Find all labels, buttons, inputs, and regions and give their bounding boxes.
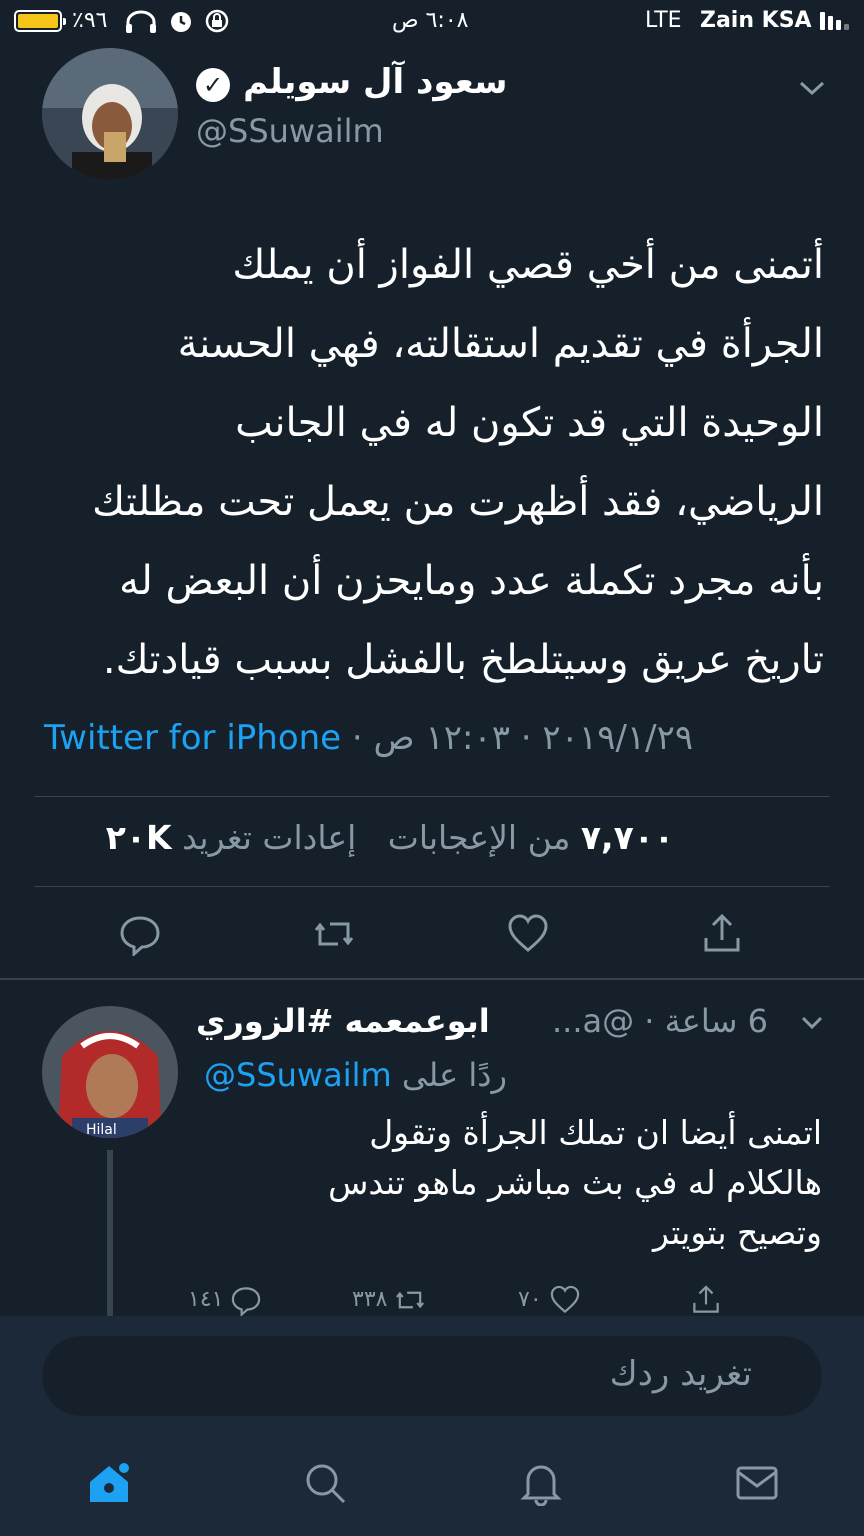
- stats-row: ٧,٧٠٠ من الإعجابات إعادات تغريد ٢٠K: [106, 818, 674, 857]
- battery-percent: ٪٩٦: [72, 8, 108, 33]
- home-icon[interactable]: [86, 1460, 132, 1506]
- reply-meta: 6 ساعة · @a...: [552, 1002, 768, 1040]
- replying-to-handle[interactable]: @SSuwailm: [204, 1056, 392, 1094]
- replying-to: @SSuwailm ردًا على: [204, 1056, 507, 1094]
- reply-reply-count: ١٤١: [188, 1287, 224, 1312]
- share-icon[interactable]: [700, 912, 744, 956]
- meta-separator: ·: [351, 718, 363, 758]
- share-icon[interactable]: [690, 1284, 722, 1316]
- meta-separator: ·: [520, 718, 532, 758]
- reply-text: اتمنى أيضا ان تملك الجرأة وتقول هالكلام …: [328, 1113, 822, 1252]
- reply-time: 6 ساعة: [664, 1002, 768, 1040]
- replying-to-label: ردًا على: [401, 1056, 507, 1094]
- reply-like-action[interactable]: ٧٠: [518, 1284, 581, 1316]
- clock: ٦:٠٨ ص: [392, 8, 469, 33]
- retweet-icon[interactable]: [312, 912, 356, 956]
- reply-author-handle[interactable]: @a...: [552, 1002, 634, 1040]
- compose-placeholder: تغريد ردك: [609, 1354, 752, 1394]
- reply-reply-action[interactable]: ١٤١: [188, 1284, 262, 1317]
- thread-line: [107, 1150, 113, 1320]
- status-bar: ٪٩٦ ٦:٠٨ ص LTE Zain KSA: [0, 0, 864, 42]
- avatar-caption: Hilal: [86, 1122, 117, 1138]
- reply-author-avatar[interactable]: Hilal: [42, 1006, 178, 1138]
- alarm-icon: [171, 12, 191, 32]
- reply-icon: [232, 1287, 261, 1317]
- retweets-label[interactable]: إعادات تغريد: [182, 818, 356, 857]
- author-handle[interactable]: @SSuwailm: [196, 112, 384, 150]
- tweet-text: أتمنى من أخي قصي الفواز أن يملك الجرأة ف…: [92, 242, 824, 683]
- retweet-icon: [396, 1291, 425, 1309]
- section-divider: [0, 978, 864, 980]
- reply-chevron-down-icon[interactable]: [800, 1014, 824, 1032]
- divider: [34, 796, 830, 797]
- messages-icon[interactable]: [734, 1460, 780, 1506]
- notifications-icon[interactable]: [518, 1460, 564, 1506]
- bottom-nav: [0, 1456, 864, 1516]
- reply-compose-input[interactable]: تغريد ردك: [42, 1336, 822, 1416]
- retweets-count[interactable]: ٢٠K: [106, 818, 172, 857]
- tweet-meta: Twitter for iPhone · ٢٠١٩/١/٢٩ · ١٢:٠٣ ص: [44, 718, 693, 758]
- reply-retweet-action[interactable]: ٣٣٨: [352, 1284, 426, 1316]
- author-avatar[interactable]: [42, 48, 178, 180]
- tweet-time: ١٢:٠٣ ص: [373, 718, 510, 758]
- tweet-date: ٢٠١٩/١/٢٩: [542, 718, 694, 758]
- like-icon: [550, 1285, 579, 1314]
- tweet-source-link[interactable]: Twitter for iPhone: [44, 718, 341, 758]
- likes-count[interactable]: ٧,٧٠٠: [581, 818, 674, 857]
- author-name-row: ✓ سعود آل سويلم: [196, 62, 507, 102]
- like-icon[interactable]: [506, 912, 550, 956]
- reply-author-name[interactable]: ابوعمعمه #الزوري: [196, 1002, 490, 1040]
- verified-badge-icon: ✓: [196, 68, 230, 102]
- battery-icon: [14, 10, 66, 32]
- chevron-down-icon[interactable]: [798, 78, 826, 98]
- author-name[interactable]: سعود آل سويلم: [243, 62, 507, 102]
- reply-icon[interactable]: [118, 912, 162, 956]
- headphones-icon: [126, 10, 156, 33]
- search-icon[interactable]: [302, 1460, 348, 1506]
- network-type: LTE: [645, 8, 682, 33]
- divider: [34, 886, 830, 887]
- reply-like-count: ٧٠: [518, 1287, 542, 1312]
- likes-label[interactable]: من الإعجابات: [388, 818, 571, 857]
- reply-retweet-count: ٣٣٨: [352, 1287, 388, 1312]
- rotation-lock-icon: [205, 9, 229, 33]
- carrier-name: Zain KSA: [700, 8, 812, 33]
